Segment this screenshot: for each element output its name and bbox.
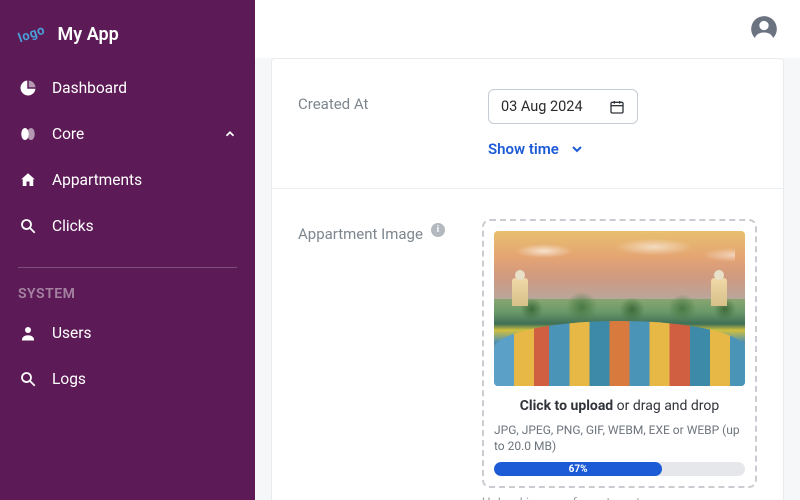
sidebar-item-label: Appartments xyxy=(52,171,142,189)
upload-preview-image xyxy=(494,231,745,386)
user-icon xyxy=(18,323,38,343)
sidebar-item-label: Dashboard xyxy=(52,79,127,97)
sidebar-item-label: Users xyxy=(52,324,92,342)
chevron-down-icon xyxy=(569,141,585,157)
progress-label: 67% xyxy=(494,462,662,476)
sidebar-item-appartments[interactable]: Appartments xyxy=(0,157,255,203)
sidebar-item-label: Logs xyxy=(52,370,86,388)
divider xyxy=(18,267,237,268)
section-label-system: SYSTEM xyxy=(0,280,255,310)
label-appartment-image: Appartment Image xyxy=(298,225,423,243)
sidebar-item-core[interactable]: Core xyxy=(0,111,255,157)
label-created-at: Created At xyxy=(298,89,488,158)
sidebar-item-logs[interactable]: Logs xyxy=(0,356,255,402)
brand: logo My App xyxy=(0,0,255,65)
sidebar-item-label: Clicks xyxy=(52,217,94,235)
info-icon[interactable]: i xyxy=(431,223,445,237)
search-icon xyxy=(18,216,38,236)
show-time-toggle[interactable]: Show time xyxy=(488,140,757,158)
search-icon xyxy=(18,369,38,389)
app-title: My App xyxy=(58,24,119,45)
upload-click-text: Click to upload xyxy=(520,398,613,414)
sidebar-item-label: Core xyxy=(52,125,84,143)
chevron-up-icon xyxy=(223,127,237,141)
form-card: Created At 03 Aug 2024 Show time xyxy=(271,58,784,500)
row-image: Appartment Image i Click to upload or dr… xyxy=(272,188,783,500)
nav-main: Dashboard Core Appartments Clicks xyxy=(0,65,255,249)
topbar xyxy=(255,0,800,58)
core-icon xyxy=(18,124,38,144)
nav-core-sub: Appartments Clicks xyxy=(0,157,255,249)
calendar-icon xyxy=(609,99,625,115)
home-icon xyxy=(18,170,38,190)
upload-caption: Upload image of apartment xyxy=(482,496,757,500)
sidebar-item-clicks[interactable]: Clicks xyxy=(0,203,255,249)
upload-progress: 67% xyxy=(494,462,745,476)
upload-dropzone[interactable]: Click to upload or drag and drop JPG, JP… xyxy=(482,219,757,488)
avatar[interactable] xyxy=(750,15,778,43)
show-time-label: Show time xyxy=(488,140,559,158)
sidebar-item-users[interactable]: Users xyxy=(0,310,255,356)
upload-formats: JPG, JPEG, PNG, GIF, WEBM, EXE or WEBP (… xyxy=(494,422,745,454)
progress-fill: 67% xyxy=(494,462,662,476)
upload-instruction: Click to upload or drag and drop xyxy=(494,398,745,414)
pie-chart-icon xyxy=(18,78,38,98)
main: Created At 03 Aug 2024 Show time xyxy=(255,0,800,500)
sidebar: logo My App Dashboard Core Appartments xyxy=(0,0,255,500)
row-created-at: Created At 03 Aug 2024 Show time xyxy=(272,59,783,188)
nav-system: Users Logs xyxy=(0,310,255,402)
date-value: 03 Aug 2024 xyxy=(501,98,583,115)
logo-icon: logo xyxy=(16,23,47,47)
sidebar-item-dashboard[interactable]: Dashboard xyxy=(0,65,255,111)
date-input[interactable]: 03 Aug 2024 xyxy=(488,89,638,124)
content: Created At 03 Aug 2024 Show time xyxy=(255,58,800,500)
upload-drag-text: or drag and drop xyxy=(613,398,719,414)
